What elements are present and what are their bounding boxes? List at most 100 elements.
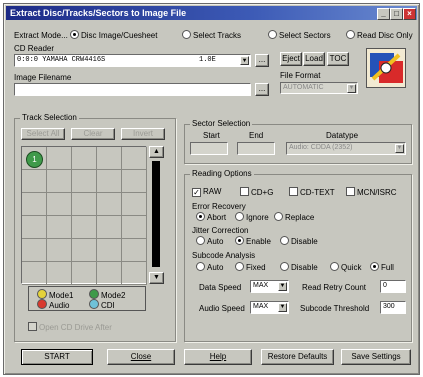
image-filename-browse-button[interactable]: ... (255, 83, 269, 96)
track-1-indicator[interactable]: 1 (26, 151, 43, 168)
mcn-isrc-checkbox[interactable]: MCN/ISRC (346, 187, 397, 197)
radio-icon (196, 212, 205, 221)
track-cell[interactable] (97, 216, 122, 239)
minimize-button[interactable]: _ (377, 8, 390, 20)
legend-cdi: CDI (89, 299, 115, 310)
file-format-label: File Format (280, 71, 321, 80)
help-button[interactable]: Help (184, 349, 252, 365)
checkbox-icon (240, 187, 249, 196)
radio-icon (268, 30, 277, 39)
restore-defaults-button[interactable]: Restore Defaults (261, 349, 334, 365)
cd-reader-browse-button[interactable]: ... (255, 54, 269, 67)
close-window-button[interactable]: × (403, 8, 416, 20)
track-cell[interactable] (97, 239, 122, 262)
track-cell[interactable] (47, 193, 72, 216)
track-cell[interactable] (47, 262, 72, 285)
chevron-down-icon[interactable]: ▼ (278, 303, 287, 312)
cd-text-checkbox[interactable]: CD-TEXT (289, 187, 335, 197)
subcode-auto-radio[interactable]: Auto (196, 262, 223, 272)
track-cell[interactable] (47, 239, 72, 262)
cdg-checkbox[interactable]: CD+G (240, 187, 273, 197)
open-drive-after-checkbox[interactable]: Open CD Drive After (28, 322, 112, 332)
chevron-down-icon[interactable]: ▼ (395, 144, 404, 153)
clear-button[interactable]: Clear (71, 128, 115, 140)
end-sector-input[interactable] (237, 142, 275, 155)
track-cell[interactable] (97, 170, 122, 193)
close-button[interactable]: Close (107, 349, 175, 365)
radio-icon (235, 262, 244, 271)
track-cell[interactable] (22, 193, 47, 216)
checkbox-icon (28, 322, 37, 331)
track-cell[interactable] (122, 147, 147, 170)
start-button[interactable]: START (21, 349, 93, 365)
track-cell[interactable] (97, 262, 122, 285)
subcode-fixed-radio[interactable]: Fixed (235, 262, 266, 272)
track-cell[interactable] (72, 170, 97, 193)
subcode-full-radio[interactable]: Full (370, 262, 394, 272)
mode-select-tracks-radio[interactable]: Select Tracks (182, 30, 241, 40)
track-scrollbar[interactable]: ▲ ▼ (149, 146, 164, 284)
chevron-down-icon[interactable]: ▼ (240, 56, 249, 65)
start-sector-input[interactable] (190, 142, 228, 155)
image-filename-input[interactable] (14, 83, 251, 96)
track-cell[interactable] (97, 147, 122, 170)
track-grid[interactable]: 1 (21, 146, 147, 285)
chevron-down-icon[interactable]: ▼ (278, 282, 287, 291)
error-ignore-radio[interactable]: Ignore (235, 212, 269, 222)
track-cell[interactable] (72, 239, 97, 262)
mode1-dot-icon (37, 289, 47, 299)
save-settings-button[interactable]: Save Settings (341, 349, 411, 365)
audio-speed-select[interactable]: MAX ▼ (250, 301, 289, 314)
data-speed-select[interactable]: MAX ▼ (250, 280, 289, 293)
subcode-disable-radio[interactable]: Disable (280, 262, 318, 272)
track-cell[interactable] (47, 216, 72, 239)
error-abort-radio[interactable]: Abort (196, 212, 226, 222)
track-cell[interactable] (122, 193, 147, 216)
mode-select-sectors-radio[interactable]: Select Sectors (268, 30, 331, 40)
mode-read-disc-radio[interactable]: Read Disc Only (346, 30, 413, 40)
file-format-select[interactable]: AUTOMATIC ▼ (280, 82, 358, 94)
track-cell[interactable] (122, 170, 147, 193)
image-filename-label: Image Filename (14, 73, 72, 82)
scroll-thumb[interactable] (152, 161, 160, 267)
subcode-threshold-input[interactable]: 300 (380, 301, 406, 314)
track-cell[interactable] (47, 147, 72, 170)
track-cell[interactable] (122, 239, 147, 262)
chevron-down-icon[interactable]: ▼ (347, 84, 356, 93)
datatype-select[interactable]: Audio: CDDA (2352) ▼ (286, 142, 406, 155)
track-cell[interactable] (72, 262, 97, 285)
mode-disc-image-radio[interactable]: Disc Image/Cuesheet (70, 30, 157, 40)
load-button[interactable]: Load (303, 52, 325, 66)
scroll-down-icon[interactable]: ▼ (149, 272, 164, 284)
track-cell[interactable] (22, 216, 47, 239)
read-retry-input[interactable]: 0 (380, 280, 406, 293)
track-cell[interactable] (97, 193, 122, 216)
track-cell[interactable] (22, 239, 47, 262)
maximize-button[interactable]: □ (390, 8, 403, 20)
cd-reader-select[interactable]: 0:0:0 YAMAHA CRW4416S 1.0E ▼ (14, 54, 251, 67)
jitter-disable-radio[interactable]: Disable (280, 236, 318, 246)
invert-button[interactable]: Invert (121, 128, 165, 140)
cdi-dot-icon (89, 299, 99, 309)
raw-checkbox[interactable]: ✓ RAW (192, 187, 221, 197)
error-replace-radio[interactable]: Replace (274, 212, 314, 222)
eject-button[interactable]: Eject (280, 52, 302, 66)
jitter-auto-radio[interactable]: Auto (196, 236, 223, 246)
track-cell[interactable] (47, 170, 72, 193)
track-cell[interactable] (72, 193, 97, 216)
track-cell[interactable] (22, 262, 47, 285)
track-cell[interactable] (22, 170, 47, 193)
title-bar[interactable]: Extract Disc/Tracks/Sectors to Image Fil… (6, 6, 417, 20)
checkbox-icon (289, 187, 298, 196)
track-cell[interactable] (122, 216, 147, 239)
scroll-up-icon[interactable]: ▲ (149, 146, 164, 158)
subcode-quick-radio[interactable]: Quick (330, 262, 361, 272)
track-cell[interactable] (122, 262, 147, 285)
track-cell[interactable] (72, 147, 97, 170)
toc-button[interactable]: TOC (327, 52, 349, 66)
select-all-button[interactable]: Select All (21, 128, 65, 140)
radio-icon (235, 236, 244, 245)
radio-icon (274, 212, 283, 221)
jitter-enable-radio[interactable]: Enable (235, 236, 271, 246)
track-cell[interactable] (72, 216, 97, 239)
